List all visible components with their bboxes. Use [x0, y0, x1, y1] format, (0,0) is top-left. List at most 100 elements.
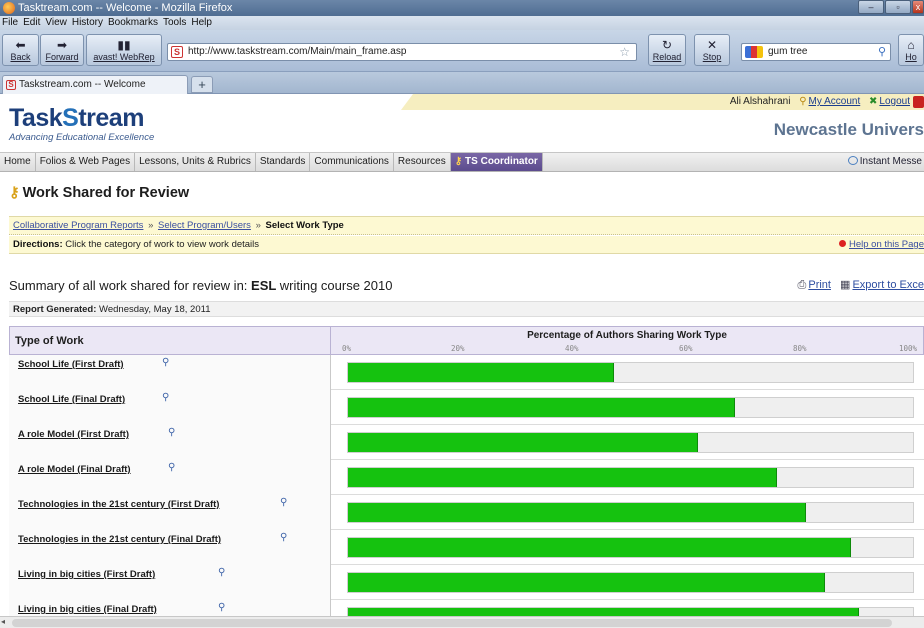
menu-edit[interactable]: Edit [23, 16, 40, 30]
chat-bubble-icon [847, 156, 858, 165]
work-type-cell: Technologies in the 21st century (First … [9, 495, 331, 530]
percentage-bar[interactable] [348, 363, 614, 382]
work-type-link[interactable]: Living in big cities (First Draft) [18, 569, 155, 580]
bookmark-star-icon[interactable]: ☆ [619, 44, 630, 60]
work-type-link[interactable]: Technologies in the 21st century (Final … [18, 534, 221, 545]
account-icon: ⚲ [799, 96, 807, 107]
percentage-bar[interactable] [348, 608, 859, 616]
menu-tools[interactable]: Tools [163, 16, 186, 30]
url-text: http://www.taskstream.com/Main/main_fram… [188, 46, 407, 57]
help-on-this-page-link[interactable]: Help on this Page [849, 239, 924, 250]
nav-ts-coordinator[interactable]: ⚷ TS Coordinator [450, 153, 543, 171]
home-button[interactable]: ⌂ Ho [898, 34, 924, 66]
report-table: Type of Work Percentage of Authors Shari… [9, 326, 924, 616]
work-type-link[interactable]: Living in big cities (Final Draft) [18, 604, 157, 615]
table-row[interactable]: Living in big cities (Final Draft) ⚲ [9, 600, 924, 616]
work-type-link[interactable]: A role Model (First Draft) [18, 429, 129, 440]
table-row[interactable]: School Life (First Draft) ⚲ [9, 355, 924, 390]
browser-tab[interactable]: S Taskstream.com -- Welcome [2, 75, 188, 94]
nav-communications[interactable]: Communications [310, 153, 394, 171]
url-bar[interactable]: S http://www.taskstream.com/Main/main_fr… [167, 43, 637, 61]
breadcrumb-current: Select Work Type [265, 220, 344, 231]
my-account-link[interactable]: My Account [809, 96, 861, 107]
stop-button[interactable]: ✕ Stop [694, 34, 730, 66]
axis-tick-40: 40% [565, 344, 579, 353]
nav-resources[interactable]: Resources [394, 153, 451, 171]
menu-file[interactable]: File [2, 16, 18, 30]
menu-view[interactable]: View [45, 16, 67, 30]
nav-folios-web-pages[interactable]: Folios & Web Pages [36, 153, 136, 171]
magnifier-icon[interactable]: ⚲ [168, 427, 175, 438]
menu-help[interactable]: Help [191, 16, 212, 30]
table-row[interactable]: School Life (Final Draft) ⚲ [9, 390, 924, 425]
nav-home[interactable]: Home [0, 153, 36, 171]
table-row[interactable]: Living in big cities (First Draft) ⚲ [9, 565, 924, 600]
work-type-link[interactable]: School Life (Final Draft) [18, 394, 125, 405]
breadcrumb-separator: » [148, 220, 154, 231]
export-to-excel-link[interactable]: Export to Exce [852, 279, 924, 291]
table-row[interactable]: Technologies in the 21st century (First … [9, 495, 924, 530]
scroll-left-arrow-icon[interactable]: ◂ [1, 617, 5, 626]
minimize-button[interactable]: – [858, 0, 884, 14]
google-search-engine-icon[interactable] [745, 46, 763, 58]
print-link[interactable]: Print [808, 279, 831, 291]
new-tab-button[interactable]: + [191, 76, 213, 93]
forward-button[interactable]: ➡ Forward [40, 34, 84, 66]
percentage-bar[interactable] [348, 503, 806, 522]
percentage-bar-track [347, 572, 914, 593]
percentage-bar[interactable] [348, 538, 851, 557]
work-type-cell: School Life (Final Draft) ⚲ [9, 390, 331, 425]
axis-tick-0: 0% [342, 344, 352, 353]
percentage-bar-track [347, 432, 914, 453]
search-input[interactable]: gum tree ⚲ [741, 43, 891, 61]
breadcrumb-separator: » [255, 220, 261, 231]
logout-link[interactable]: Logout [879, 96, 910, 107]
avast-webrep-button[interactable]: ▮▮ avast! WebRep [86, 34, 162, 66]
percentage-bar[interactable] [348, 398, 735, 417]
percentage-bar[interactable] [348, 573, 825, 592]
close-session-icon[interactable] [913, 96, 924, 108]
nav-standards[interactable]: Standards [256, 153, 311, 171]
percentage-bar[interactable] [348, 433, 698, 452]
magnifier-icon[interactable]: ⚲ [280, 532, 287, 543]
table-row[interactable]: A role Model (Final Draft) ⚲ [9, 460, 924, 495]
percentage-bar-track [347, 467, 914, 488]
table-header: Type of Work Percentage of Authors Shari… [9, 326, 924, 355]
scrollbar-thumb[interactable] [12, 619, 892, 627]
back-button[interactable]: ⬅ Back [2, 34, 39, 66]
nav-lessons-units-rubrics[interactable]: Lessons, Units & Rubrics [135, 153, 256, 171]
column-header-type: Type of Work [9, 326, 331, 355]
magnifier-icon[interactable]: ⚲ [218, 602, 225, 613]
search-icon[interactable]: ⚲ [878, 44, 886, 60]
menu-bookmarks[interactable]: Bookmarks [108, 16, 158, 30]
percentage-bar[interactable] [348, 468, 777, 487]
maximize-button[interactable]: ▫ [885, 0, 911, 14]
magnifier-icon[interactable]: ⚲ [162, 357, 169, 368]
work-type-link[interactable]: A role Model (Final Draft) [18, 464, 131, 475]
instant-messenger-link[interactable]: Instant Messe [847, 153, 924, 171]
taskstream-logo[interactable]: TaskStream [9, 104, 144, 133]
reload-button[interactable]: ↻ Reload [648, 34, 686, 66]
magnifier-icon[interactable]: ⚲ [168, 462, 175, 473]
percentage-bar-track [347, 607, 914, 616]
percentage-bar-track [347, 502, 914, 523]
table-row[interactable]: Technologies in the 21st century (Final … [9, 530, 924, 565]
search-text: gum tree [768, 46, 808, 57]
tab-favicon-icon: S [6, 80, 16, 90]
menu-history[interactable]: History [72, 16, 103, 30]
table-row[interactable]: A role Model (First Draft) ⚲ [9, 425, 924, 460]
stop-icon: ✕ [706, 38, 718, 52]
report-generated: Report Generated: Wednesday, May 18, 201… [9, 301, 924, 317]
magnifier-icon[interactable]: ⚲ [162, 392, 169, 403]
close-window-button[interactable]: x [912, 0, 924, 14]
magnifier-icon[interactable]: ⚲ [218, 567, 225, 578]
percentage-bar-track [347, 537, 914, 558]
horizontal-scrollbar[interactable]: ◂ [0, 616, 924, 628]
forward-arrow-icon: ➡ [56, 38, 68, 52]
breadcrumb-collaborative-program-reports[interactable]: Collaborative Program Reports [13, 220, 143, 231]
key-icon: ⚷ [454, 156, 463, 167]
magnifier-icon[interactable]: ⚲ [280, 497, 287, 508]
work-type-link[interactable]: Technologies in the 21st century (First … [18, 499, 219, 510]
breadcrumb-select-program-users[interactable]: Select Program/Users [158, 220, 251, 231]
work-type-link[interactable]: School Life (First Draft) [18, 359, 124, 370]
